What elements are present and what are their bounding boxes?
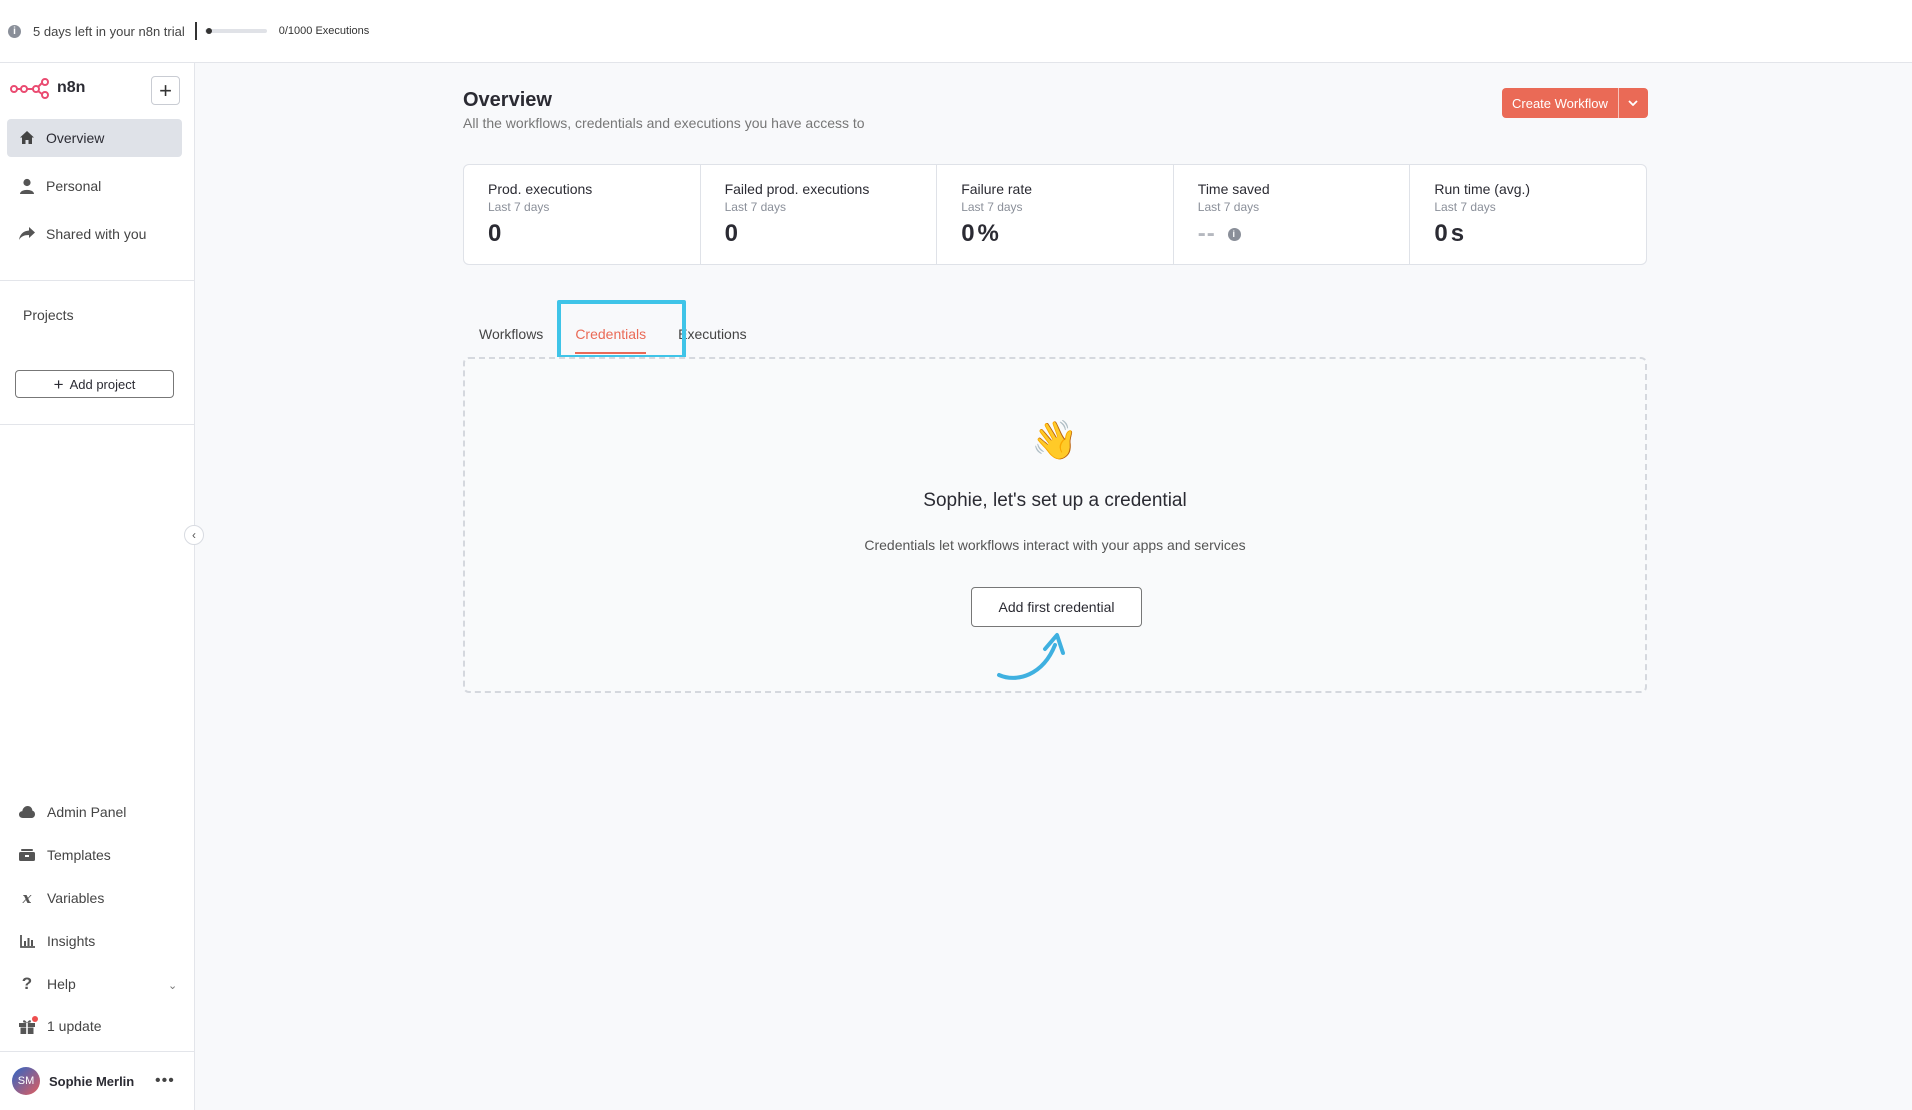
- user-menu-row[interactable]: SM Sophie Merlin •••: [0, 1051, 195, 1110]
- curved-arrow-icon: [997, 633, 1065, 680]
- page-title: Overview: [463, 89, 552, 111]
- sidebar-item-label: Overview: [46, 130, 105, 146]
- add-project-label: Add project: [69, 376, 136, 392]
- sidebar-item-overview[interactable]: Overview: [7, 119, 182, 157]
- stat-period: Last 7 days: [1434, 200, 1496, 214]
- projects-heading: Projects: [23, 307, 74, 323]
- sidebar-item-label: Admin Panel: [47, 804, 127, 820]
- notification-dot: [32, 1016, 38, 1022]
- stat-value: 0: [724, 220, 738, 247]
- stat-title: Prod. executions: [488, 181, 593, 197]
- stat-unit: %: [977, 220, 999, 247]
- stat-title: Failure rate: [961, 181, 1032, 197]
- gift-icon: [18, 1016, 38, 1036]
- create-workflow-group: Create Workflow: [1502, 88, 1648, 118]
- tab-workflows[interactable]: Workflows: [463, 316, 559, 356]
- info-icon: i: [8, 24, 21, 38]
- chevron-left-icon: ‹: [192, 528, 196, 542]
- stat-title: Time saved: [1197, 181, 1270, 197]
- stat-unit: s: [1450, 220, 1465, 247]
- chevron-down-icon: ⌄: [168, 980, 178, 992]
- sidebar-item-help[interactable]: ? Help ⌄: [18, 973, 178, 995]
- plus-icon: +: [53, 374, 64, 394]
- divider: [0, 280, 195, 281]
- info-icon[interactable]: i: [1227, 227, 1241, 241]
- sidebar-item-label: Insights: [47, 933, 96, 949]
- page-subtitle: All the workflows, credentials and execu…: [463, 115, 865, 131]
- sidebar-item-personal[interactable]: Personal: [7, 167, 182, 205]
- chevron-down-icon: [1628, 100, 1638, 106]
- stat-period: Last 7 days: [488, 200, 550, 214]
- insights-summary: Prod. executions Last 7 days 0 Failed pr…: [463, 164, 1647, 265]
- trial-text: 5 days left in your n8n trial: [33, 23, 185, 39]
- variables-icon: x: [22, 889, 32, 907]
- n8n-logo-icon: [10, 78, 49, 99]
- stat-failed-executions[interactable]: Failed prod. executions Last 7 days 0: [701, 165, 938, 264]
- sidebar-item-variables[interactable]: x Variables: [18, 887, 105, 909]
- help-icon: ?: [21, 974, 33, 993]
- sidebar-item-label: Help: [47, 976, 76, 992]
- stat-prod-executions[interactable]: Prod. executions Last 7 days 0: [464, 165, 701, 264]
- chart-icon: [18, 931, 36, 951]
- sidebar-item-label: Variables: [47, 890, 105, 906]
- empty-state-description: Credentials let workflows interact with …: [864, 537, 1246, 553]
- collapse-sidebar-button[interactable]: ‹: [184, 525, 204, 545]
- add-first-credential-button[interactable]: Add first credential: [971, 587, 1142, 627]
- create-new-button[interactable]: +: [151, 76, 180, 105]
- waving-hand-icon: 👋: [1031, 420, 1079, 462]
- executions-progress-marker: [205, 28, 212, 34]
- sidebar-item-label: 1 update: [47, 1018, 102, 1034]
- stat-period: Last 7 days: [961, 200, 1023, 214]
- sidebar-item-label: Templates: [47, 847, 111, 863]
- executions-progress-bar: [204, 28, 267, 34]
- stat-value: -- i: [1198, 220, 1386, 248]
- divider: [194, 22, 197, 40]
- sidebar-item-shared[interactable]: Shared with you: [7, 215, 182, 253]
- create-workflow-button[interactable]: Create Workflow: [1502, 88, 1618, 118]
- stat-title: Failed prod. executions: [724, 181, 870, 197]
- user-icon: [17, 176, 37, 196]
- stat-value: 0%: [961, 220, 999, 247]
- user-name: Sophie Merlin: [49, 1073, 135, 1089]
- credentials-empty-state: 👋 Sophie, let's set up a credential Cred…: [463, 357, 1647, 693]
- empty-state-title: Sophie, let's set up a credential: [923, 490, 1187, 511]
- stat-value: 0s: [1434, 220, 1465, 247]
- sidebar-item-label: Shared with you: [46, 226, 147, 242]
- avatar: SM: [12, 1067, 40, 1095]
- more-options-icon[interactable]: •••: [155, 1072, 175, 1090]
- stat-time-saved[interactable]: Time saved Last 7 days -- i: [1174, 165, 1411, 264]
- sidebar-item-templates[interactable]: Templates: [18, 844, 111, 866]
- add-project-button[interactable]: + Add project: [15, 370, 174, 398]
- stat-period: Last 7 days: [724, 200, 786, 214]
- create-options-dropdown[interactable]: [1617, 88, 1648, 118]
- cloud-icon: [18, 802, 36, 822]
- brand-name: n8n: [57, 79, 86, 96]
- divider: [0, 424, 195, 425]
- sidebar: n8n + Overview Personal Shared with you …: [0, 63, 195, 1110]
- tab-highlight-box: [557, 300, 686, 359]
- brand[interactable]: n8n: [10, 77, 85, 99]
- stat-run-time[interactable]: Run time (avg.) Last 7 days 0s: [1410, 165, 1646, 264]
- sidebar-item-label: Personal: [46, 178, 102, 194]
- home-icon: [17, 128, 37, 148]
- sidebar-item-insights[interactable]: Insights: [18, 930, 95, 952]
- share-icon: [17, 224, 37, 244]
- stat-title: Run time (avg.): [1434, 181, 1531, 197]
- sidebar-item-updates[interactable]: 1 update: [18, 1015, 102, 1037]
- executions-count: 0/1000 Executions: [278, 25, 370, 37]
- stat-failure-rate[interactable]: Failure rate Last 7 days 0%: [937, 165, 1174, 264]
- stat-value: 0: [488, 220, 502, 247]
- trial-banner: i 5 days left in your n8n trial 0/1000 E…: [0, 0, 1912, 63]
- sidebar-item-admin-panel[interactable]: Admin Panel: [18, 801, 126, 823]
- plus-icon: +: [159, 77, 172, 103]
- templates-icon: [18, 845, 36, 865]
- stat-period: Last 7 days: [1197, 200, 1260, 214]
